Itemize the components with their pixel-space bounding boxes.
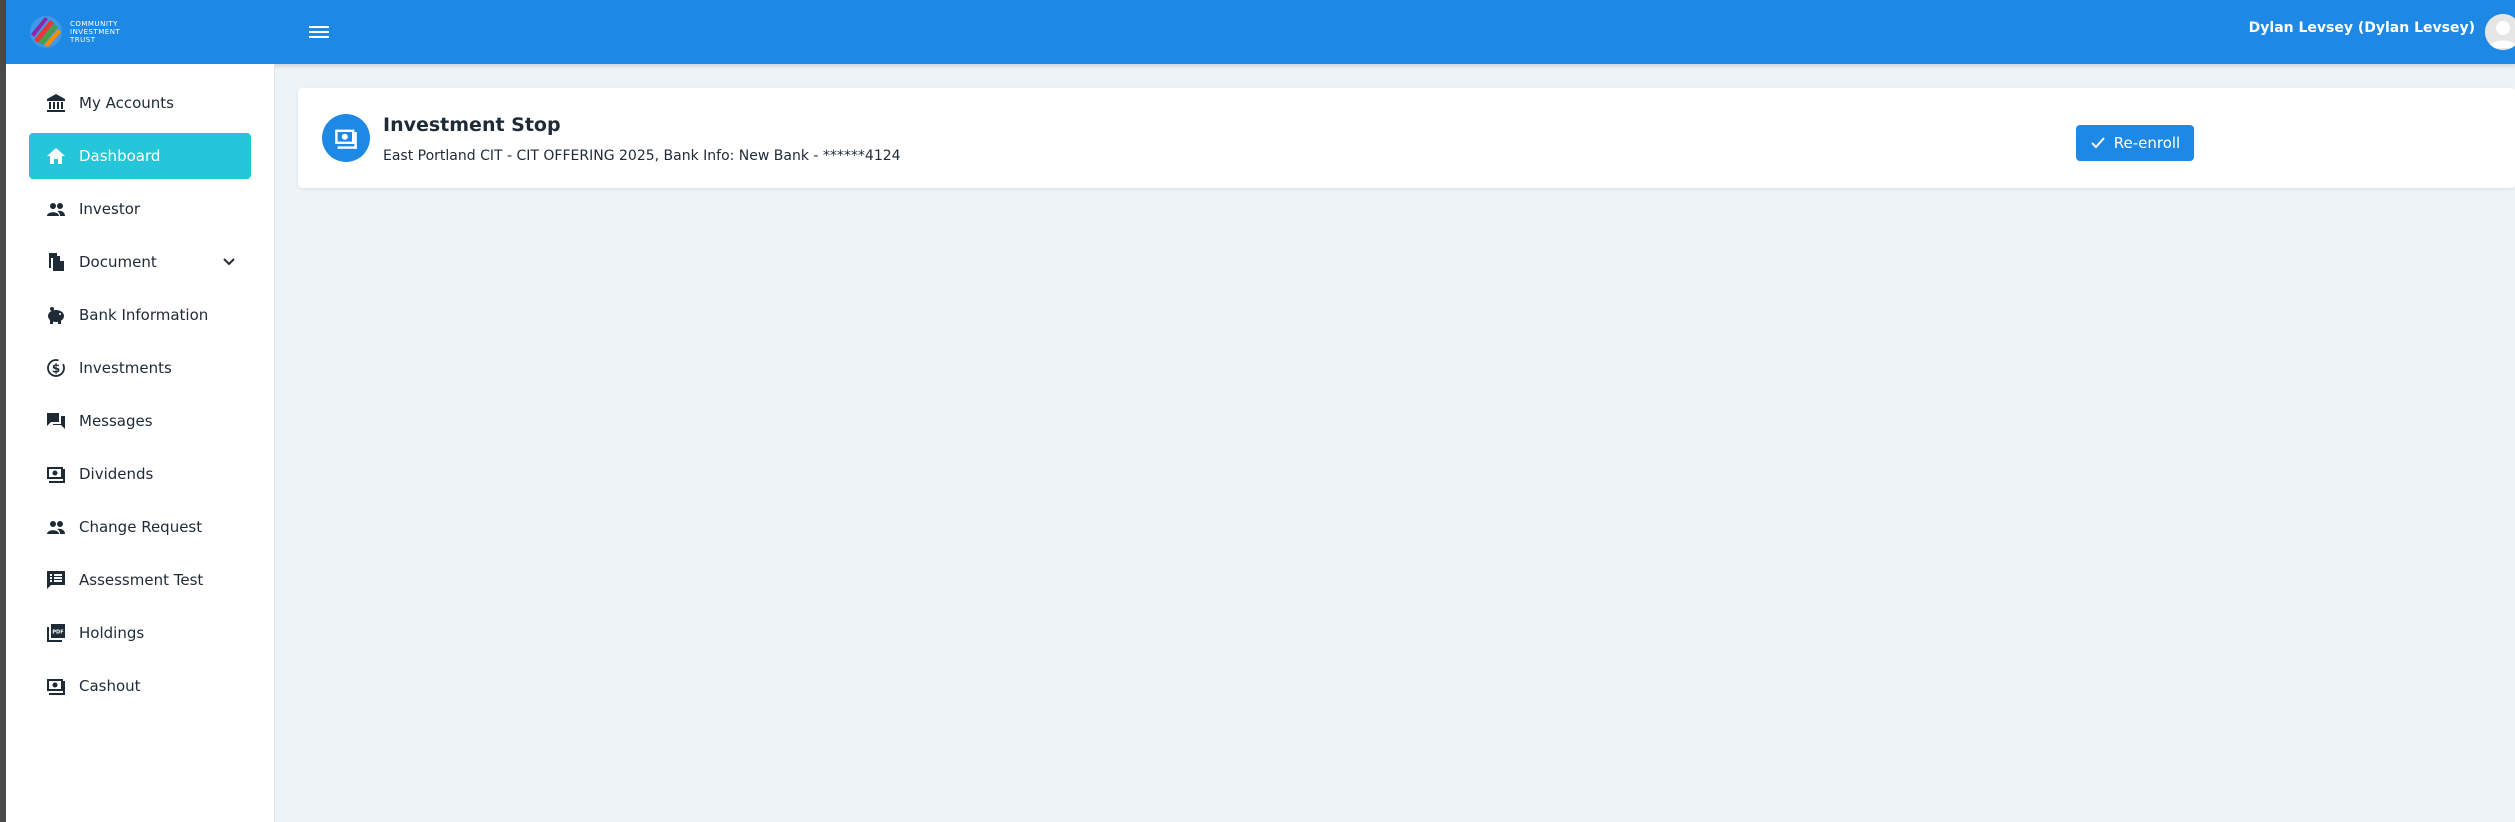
menu-toggle-button[interactable] [304,18,334,46]
sidebar-item-label: Dashboard [79,147,161,165]
cash-icon [45,675,67,697]
re-enroll-label: Re-enroll [2113,134,2181,152]
dollar-cycle-icon: $ [45,357,67,379]
card-title: Investment Stop [383,114,561,136]
list-icon [45,569,67,591]
svg-text:PDF: PDF [52,630,63,636]
sidebar: My Accounts Dashboard Investor Document … [6,64,275,822]
logo[interactable]: COMMUNITY INVESTMENT TRUST [28,14,120,50]
piggy-bank-icon [45,304,67,326]
card-subtitle: East Portland CIT - CIT OFFERING 2025, B… [383,148,901,164]
sidebar-item-label: Bank Information [79,306,209,324]
logo-line-1: COMMUNITY [70,20,118,28]
sidebar-item-investments[interactable]: $ Investments [29,345,251,391]
investment-stop-card: Investment Stop East Portland CIT - CIT … [298,88,2515,188]
sidebar-item-assessment-test[interactable]: Assessment Test [29,557,251,603]
sidebar-item-label: Holdings [79,624,145,642]
sidebar-item-dividends[interactable]: Dividends [29,451,251,497]
sidebar-item-label: Dividends [79,465,154,483]
check-icon [2091,137,2105,149]
logo-line-3: TRUST [70,36,96,44]
sidebar-item-messages[interactable]: Messages [29,398,251,444]
hamburger-icon [309,26,329,38]
chat-icon [45,410,67,432]
sidebar-item-investor[interactable]: Investor [29,186,251,232]
sidebar-item-label: Document [79,253,157,271]
bank-icon [45,92,67,114]
sidebar-item-label: My Accounts [79,94,174,112]
sidebar-item-document[interactable]: Document [29,239,251,285]
re-enroll-button[interactable]: Re-enroll [2076,125,2194,161]
document-icon [45,251,67,273]
sidebar-item-label: Messages [79,412,153,430]
logo-text: COMMUNITY INVESTMENT TRUST [70,20,120,44]
cash-icon [322,114,370,162]
sidebar-item-label: Investor [79,200,141,218]
avatar[interactable] [2485,14,2515,50]
sidebar-item-label: Assessment Test [79,571,204,589]
sidebar-item-holdings[interactable]: PDF Holdings [29,610,251,656]
sidebar-item-label: Change Request [79,518,203,536]
sidebar-item-change-request[interactable]: Change Request [29,504,251,550]
people-icon [45,198,67,220]
home-icon [45,145,67,167]
pdf-icon: PDF [45,622,67,644]
logo-icon [30,16,62,48]
logo-line-2: INVESTMENT [70,28,121,36]
user-name[interactable]: Dylan Levsey (Dylan Levsey) [2249,20,2475,36]
sidebar-item-bank-information[interactable]: Bank Information [29,292,251,338]
svg-text:$: $ [52,362,60,376]
cash-icon [45,463,67,485]
people-icon [45,516,67,538]
sidebar-item-my-accounts[interactable]: My Accounts [29,80,251,126]
sidebar-item-label: Cashout [79,677,141,695]
top-bar: COMMUNITY INVESTMENT TRUST Dylan Levsey … [6,0,2515,64]
sidebar-item-label: Investments [79,359,172,377]
sidebar-item-dashboard[interactable]: Dashboard [29,133,251,179]
chevron-down-icon[interactable] [219,252,239,272]
sidebar-item-cashout[interactable]: Cashout [29,663,251,709]
user-avatar-icon [2485,14,2515,50]
